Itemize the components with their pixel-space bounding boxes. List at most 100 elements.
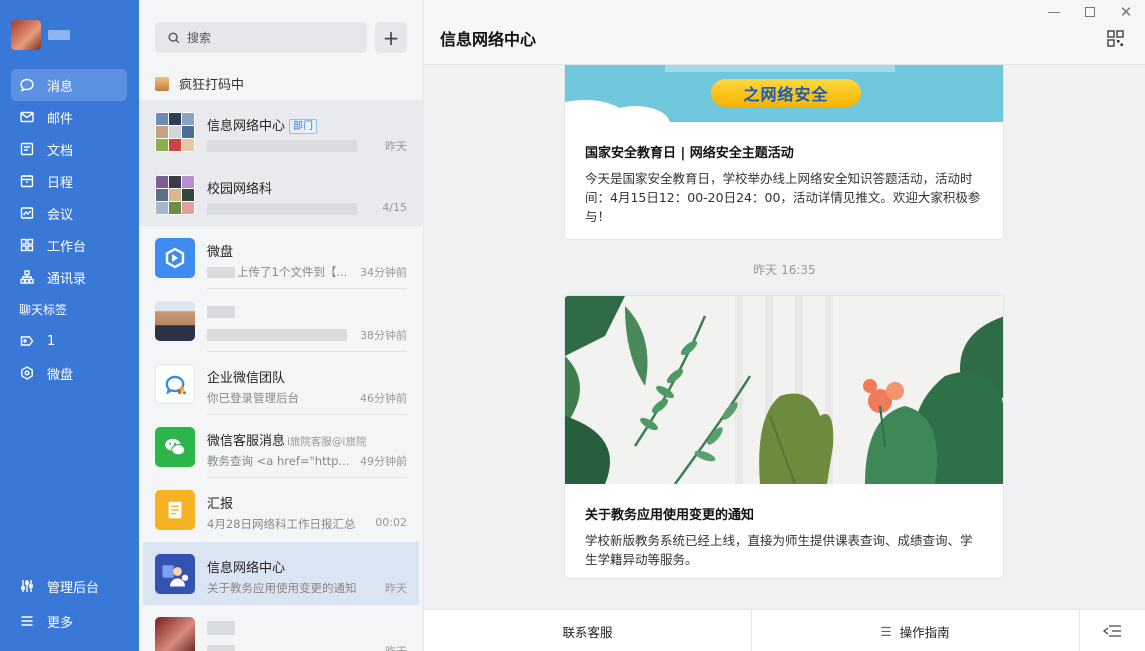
info-center-avatar	[155, 554, 195, 594]
list-item[interactable]: 昨天	[143, 605, 419, 651]
list-item[interactable]: 校园网络科 4/15	[139, 163, 424, 226]
conversation-time: 34分钟前	[360, 266, 407, 279]
nav-item-more[interactable]: 更多	[11, 605, 127, 637]
contact-avatar	[155, 617, 195, 651]
calendar-icon	[19, 173, 35, 189]
chat-footer: 联系客服 ☰ 操作指南	[424, 609, 1145, 651]
close-icon[interactable]: ✕	[1119, 3, 1133, 21]
conversation-title: 微信客服消息 i旅院客服@i旅院	[207, 434, 367, 449]
conversation-time: 昨天	[385, 140, 407, 153]
conversation-time: 昨天	[385, 582, 407, 595]
sliders-icon	[19, 578, 35, 594]
list-icon: ☰	[880, 623, 892, 639]
conversation-time: 00:02	[375, 516, 407, 529]
collapse-menu-icon	[1102, 625, 1121, 637]
guide-button[interactable]: ☰ 操作指南	[751, 610, 1079, 651]
plus-icon: +	[382, 25, 400, 50]
grid-icon	[19, 237, 35, 253]
service-account-label: i旅院客服@i旅院	[287, 436, 367, 448]
guide-label: 操作指南	[899, 624, 950, 640]
nav-tag-1[interactable]: 1	[11, 325, 127, 357]
menu-icon	[19, 613, 35, 629]
minimize-icon[interactable]: —	[1047, 5, 1061, 20]
nav-label: 管理后台	[47, 580, 100, 596]
nav-item-meeting[interactable]: 会议	[11, 197, 127, 229]
nav-item-docs[interactable]: 文档	[11, 133, 127, 165]
message-timestamp: 昨天 16:35	[753, 263, 816, 277]
conversation-title-redacted	[207, 304, 235, 319]
nav-item-contacts[interactable]: 通讯录	[11, 261, 127, 293]
conversation-time: 38分钟前	[360, 329, 407, 342]
list-item[interactable]: 企业微信团队 你已登录管理后台 46分钟前	[143, 352, 419, 415]
nav-item-mail[interactable]: 邮件	[11, 101, 127, 133]
message-area: 之网络安全 国家安全教育日 | 网络安全主题活动 今天是国家安全教育日，学校举办…	[424, 65, 1145, 609]
nav-tag-weipan[interactable]: 微盘	[11, 357, 127, 389]
banner-pill: 之网络安全	[711, 79, 861, 107]
conversation-time: 昨天	[385, 643, 407, 651]
add-button[interactable]: +	[375, 22, 407, 53]
nav-label: 通讯录	[47, 271, 87, 287]
status-text: 疯狂打码中	[179, 78, 245, 93]
qr-code-icon[interactable]	[1107, 30, 1124, 47]
conversation-preview: 你已登录管理后台	[207, 391, 299, 405]
user-avatar[interactable]	[11, 20, 41, 50]
nav-label: 日程	[47, 175, 74, 191]
user-status[interactable]: 疯狂打码中	[155, 74, 244, 93]
group-avatar	[155, 175, 195, 215]
hexagon-icon	[19, 365, 35, 381]
nav-label: 消息	[47, 79, 74, 95]
department-badge: 部门	[289, 119, 318, 134]
conversation-preview: 上传了1个文件到【...	[207, 264, 367, 280]
wechat-service-icon	[155, 427, 195, 467]
nav-label: 1	[47, 333, 56, 349]
nav-item-calendar[interactable]: 日程	[11, 165, 127, 197]
article-card[interactable]: 之网络安全 国家安全教育日 | 网络安全主题活动 今天是国家安全教育日，学校举办…	[564, 65, 1004, 240]
nav-item-admin[interactable]: 管理后台	[11, 570, 127, 602]
conversation-title: 企业微信团队	[207, 371, 286, 386]
conversation-time: 49分钟前	[360, 455, 407, 468]
conversation-preview-redacted	[207, 138, 367, 152]
conversation-time: 4/15	[382, 201, 407, 214]
status-emoji-icon	[155, 76, 169, 91]
conversation-title: 微盘	[207, 245, 234, 260]
list-item[interactable]: 微信客服消息 i旅院客服@i旅院 教务查询 <a href="http... 49…	[143, 415, 419, 478]
article-card[interactable]: 关于教务应用使用变更的通知 学校新版教务系统已经上线，直接为师生提供课表查询、成…	[564, 295, 1004, 579]
nav-label: 文档	[47, 143, 74, 159]
nav-label: 会议	[47, 207, 74, 223]
search-input[interactable]: 搜索	[155, 22, 367, 53]
app-window: 消息 邮件 文档 日程 会议 工作台 通讯录 聊天标签 1 微盘 管理后台 更多…	[0, 0, 1145, 651]
toggle-menu-button[interactable]	[1079, 610, 1145, 651]
article-description: 今天是国家安全教育日，学校举办线上网络安全知识答题活动，活动时间：4月15日12…	[585, 171, 981, 224]
conversation-title: 信息网络中心	[207, 561, 286, 576]
conversation-preview: 关于教务应用使用变更的通知	[207, 581, 357, 595]
article-title: 关于教务应用使用变更的通知	[585, 508, 755, 523]
list-item[interactable]: 信息网络中心 部门 昨天	[139, 100, 424, 163]
article-title: 国家安全教育日 | 网络安全主题活动	[585, 146, 794, 161]
contacts-icon	[19, 269, 35, 285]
left-nav: 消息 邮件 文档 日程 会议 工作台 通讯录 聊天标签 1 微盘 管理后台 更多	[0, 0, 139, 651]
list-item-selected[interactable]: 信息网络中心 关于教务应用使用变更的通知 昨天	[143, 542, 419, 605]
nav-item-workbench[interactable]: 工作台	[11, 229, 127, 261]
nav-item-messages[interactable]: 消息	[11, 69, 127, 101]
conversation-preview: 4月28日网络科工作日报汇总	[207, 517, 356, 531]
search-icon	[168, 31, 180, 43]
nav-label: 邮件	[47, 111, 74, 127]
list-item[interactable]: 微盘 上传了1个文件到【... 34分钟前	[143, 226, 419, 289]
list-item[interactable]: 汇报 4月28日网络科工作日报汇总 00:02	[143, 478, 419, 541]
search-placeholder: 搜索	[187, 31, 212, 45]
article-description: 学校新版教务系统已经上线，直接为师生提供课表查询、成绩查询、学生学籍异动等服务。	[585, 533, 973, 567]
chat-bubble-icon	[19, 77, 35, 93]
chat-header: 信息网络中心 — ✕	[424, 0, 1145, 65]
tag-icon	[19, 333, 35, 349]
chat-panel: 信息网络中心 — ✕ 之网络安全 国家安全教育日 | 网络安全主题活动 今天是国…	[424, 0, 1145, 651]
document-icon	[19, 141, 35, 157]
article-banner-plants	[565, 296, 1003, 484]
conversation-title: 信息网络中心	[207, 119, 286, 134]
user-name-redacted	[48, 30, 70, 40]
report-app-icon	[155, 490, 195, 530]
list-item[interactable]: 38分钟前	[143, 289, 419, 352]
maximize-icon[interactable]	[1083, 5, 1097, 19]
conversation-list: 搜索 + 疯狂打码中 信息网络中心 部门 昨天 校园网络科 4/15 微盘 上传…	[139, 0, 424, 651]
contact-support-button[interactable]: 联系客服	[424, 610, 751, 651]
conversation-preview: 教务查询 <a href="http...	[207, 454, 350, 468]
